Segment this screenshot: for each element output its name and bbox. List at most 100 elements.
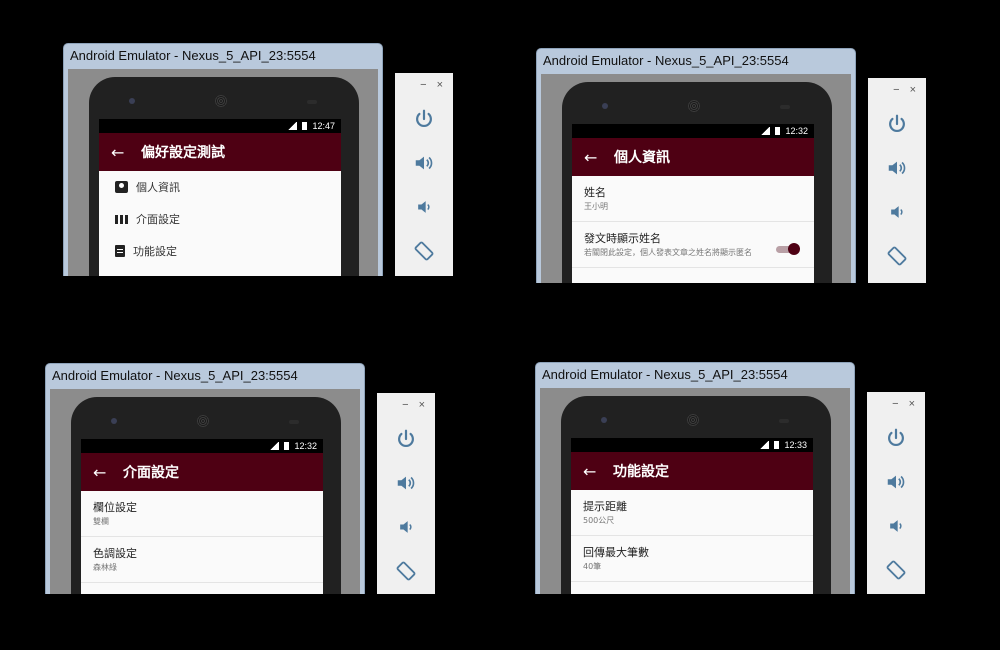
volume-up-icon xyxy=(885,471,907,493)
pref-show-name[interactable]: 發文時顯示姓名 若關閉此設定，個人發表文章之姓名將顯示匿名 xyxy=(572,222,814,268)
menu-item-ui-settings[interactable]: 介面設定 xyxy=(99,203,341,235)
power-button[interactable] xyxy=(395,97,453,141)
speaker-grille-icon xyxy=(687,414,699,426)
menu-item-label: 介面設定 xyxy=(136,213,180,226)
status-bar: 12:32 xyxy=(81,439,323,453)
pref-alert-distance[interactable]: 提示距離 500公尺 xyxy=(571,490,813,536)
volume-down-button[interactable] xyxy=(868,190,926,234)
pref-title: 姓名 xyxy=(584,186,606,199)
phone-screen[interactable]: 12:32 ← 個人資訊 姓名 王小明 發文時顯示姓名 若關閉此設定，個人發表文… xyxy=(572,124,814,283)
phone-frame: 12:33 ← 功能設定 提示距離 500公尺 回傳最大筆數 40筆 xyxy=(561,396,831,594)
app-bar: ← 個人資訊 xyxy=(572,138,814,176)
status-bar: 12:47 xyxy=(99,119,341,133)
pref-title: 色調設定 xyxy=(93,547,137,560)
sensor-icon xyxy=(307,100,317,104)
pref-title: 發文時顯示姓名 xyxy=(584,232,661,245)
power-icon xyxy=(886,113,908,135)
rotate-button[interactable] xyxy=(395,229,453,273)
window-title: Android Emulator - Nexus_5_API_23:5554 xyxy=(70,48,316,63)
phone-screen[interactable]: 12:33 ← 功能設定 提示距離 500公尺 回傳最大筆數 40筆 xyxy=(571,438,813,594)
power-button[interactable] xyxy=(377,417,435,461)
pref-summary: 雙欄 xyxy=(93,517,109,526)
rotate-icon xyxy=(885,559,907,581)
app-bar: ← 功能設定 xyxy=(571,452,813,490)
menu-item-personal-info[interactable]: 個人資訊 xyxy=(99,171,341,203)
status-time: 12:32 xyxy=(294,441,317,451)
phone-screen[interactable]: 12:32 ← 介面設定 欄位設定 雙欄 色調設定 森林綠 xyxy=(81,439,323,594)
power-icon xyxy=(413,108,435,130)
rotate-icon xyxy=(395,560,417,582)
volume-down-icon xyxy=(887,202,907,222)
pref-title: 提示距離 xyxy=(583,500,627,513)
screen-title: 個人資訊 xyxy=(614,150,670,166)
back-arrow-icon[interactable]: ← xyxy=(583,462,601,481)
minimize-button[interactable]: − xyxy=(402,399,408,411)
volume-down-button[interactable] xyxy=(377,505,435,549)
speaker-grille-icon xyxy=(197,415,209,427)
status-bar: 12:32 xyxy=(572,124,814,138)
emulator-window: Android Emulator - Nexus_5_API_23:5554 1… xyxy=(45,363,365,594)
battery-icon xyxy=(284,442,290,450)
pref-max-records[interactable]: 回傳最大筆數 40筆 xyxy=(571,536,813,582)
window-title: Android Emulator - Nexus_5_API_23:5554 xyxy=(52,368,298,383)
volume-down-icon xyxy=(396,517,416,537)
pref-title: 欄位設定 xyxy=(93,501,137,514)
pref-name[interactable]: 姓名 王小明 xyxy=(572,176,814,222)
emulator-window: Android Emulator - Nexus_5_API_23:5554 1… xyxy=(63,43,383,276)
signal-icon xyxy=(287,122,298,130)
minimize-button[interactable]: − xyxy=(420,79,426,91)
battery-icon xyxy=(774,441,780,449)
close-button[interactable]: × xyxy=(910,84,916,96)
emulator-toolbar-1: − × xyxy=(395,73,453,276)
volume-down-icon xyxy=(414,197,434,217)
minimize-button[interactable]: − xyxy=(893,84,899,96)
sensor-icon xyxy=(780,105,790,109)
show-name-switch[interactable] xyxy=(776,243,800,255)
rotate-button[interactable] xyxy=(377,549,435,593)
pref-color-setting[interactable]: 色調設定 森林綠 xyxy=(81,537,323,583)
menu-item-feature-settings[interactable]: 功能設定 xyxy=(99,235,341,267)
back-arrow-icon[interactable]: ← xyxy=(111,143,129,162)
battery-icon xyxy=(775,127,781,135)
volume-up-icon xyxy=(413,152,435,174)
emulator-toolbar-2: − × xyxy=(868,78,926,283)
sensor-icon xyxy=(289,420,299,424)
front-camera-icon xyxy=(111,418,117,424)
status-time: 12:32 xyxy=(785,126,808,136)
app-bar: ← 介面設定 xyxy=(81,453,323,491)
toolbar-window-controls: − × xyxy=(868,78,926,102)
power-button[interactable] xyxy=(867,416,925,460)
back-arrow-icon[interactable]: ← xyxy=(584,148,602,167)
volume-down-button[interactable] xyxy=(395,185,453,229)
volume-up-icon xyxy=(886,157,908,179)
pref-summary: 若關閉此設定，個人發表文章之姓名將顯示匿名 xyxy=(584,248,752,257)
battery-icon xyxy=(302,122,308,130)
back-arrow-icon[interactable]: ← xyxy=(93,463,111,482)
close-button[interactable]: × xyxy=(437,79,443,91)
window-title: Android Emulator - Nexus_5_API_23:5554 xyxy=(542,367,788,382)
rotate-button[interactable] xyxy=(868,234,926,278)
emulator-window: Android Emulator - Nexus_5_API_23:5554 1… xyxy=(536,48,856,283)
window-title: Android Emulator - Nexus_5_API_23:5554 xyxy=(543,53,789,68)
rotate-icon xyxy=(886,245,908,267)
power-button[interactable] xyxy=(868,102,926,146)
volume-up-icon xyxy=(395,472,417,494)
close-button[interactable]: × xyxy=(419,399,425,411)
pref-column-setting[interactable]: 欄位設定 雙欄 xyxy=(81,491,323,537)
pref-summary: 王小明 xyxy=(584,202,608,211)
rotate-button[interactable] xyxy=(867,548,925,592)
phone-frame: 12:32 ← 介面設定 欄位設定 雙欄 色調設定 森林綠 xyxy=(71,397,341,594)
minimize-button[interactable]: − xyxy=(892,398,898,410)
volume-up-button[interactable] xyxy=(395,141,453,185)
toolbar-window-controls: − × xyxy=(867,392,925,416)
toolbar-window-controls: − × xyxy=(377,393,435,417)
volume-up-button[interactable] xyxy=(868,146,926,190)
emulator-toolbar-4: − × xyxy=(867,392,925,594)
volume-up-button[interactable] xyxy=(377,461,435,505)
volume-down-button[interactable] xyxy=(867,504,925,548)
screen-title: 偏好設定測試 xyxy=(141,145,225,161)
phone-screen[interactable]: 12:47 ← 偏好設定測試 個人資訊 介面設定 功能設定 xyxy=(99,119,341,276)
volume-up-button[interactable] xyxy=(867,460,925,504)
close-button[interactable]: × xyxy=(909,398,915,410)
sensor-icon xyxy=(779,419,789,423)
